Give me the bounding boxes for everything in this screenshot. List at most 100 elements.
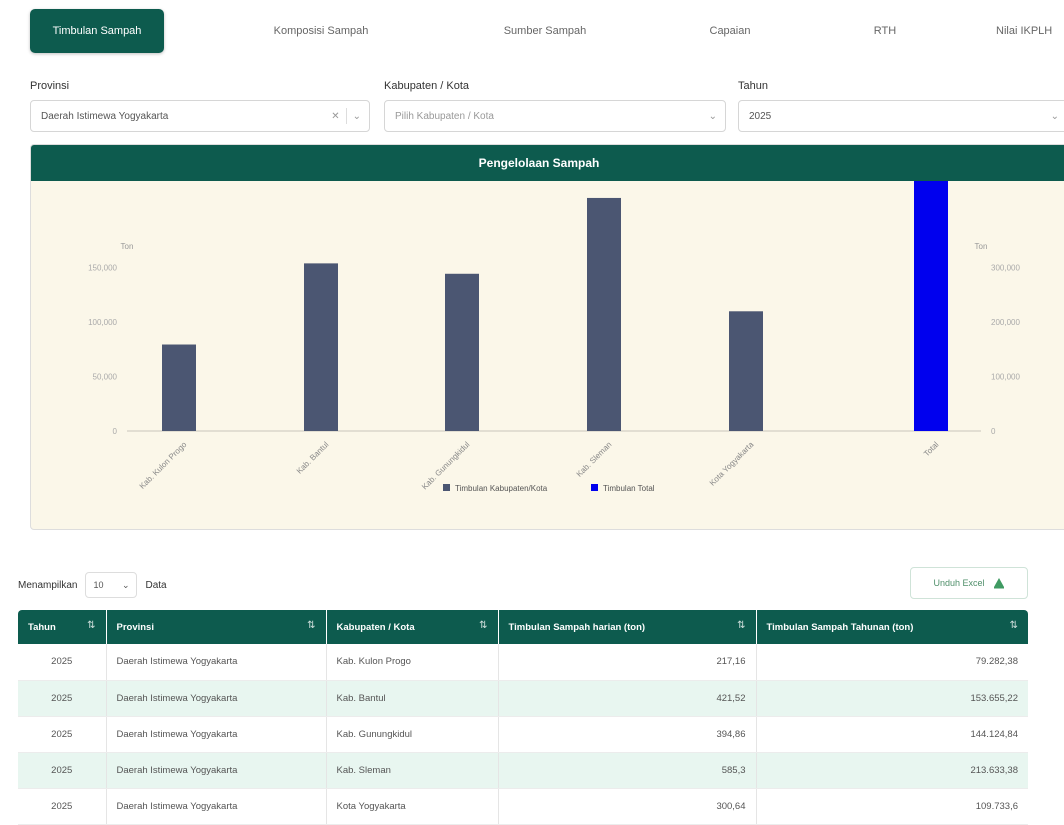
provinsi-select[interactable]: Daerah Istimewa Yogyakarta ✕ ⌄: [30, 100, 370, 132]
tahun-value: 2025: [749, 110, 772, 122]
col-header-tahun[interactable]: Tahun ⇅: [18, 610, 107, 644]
tahun-label: Tahun: [738, 80, 768, 92]
data-table: Tahun ⇅ Provinsi ⇅ Kabupaten / Kota ⇅ Timbu…: [18, 610, 1028, 825]
tab-rth[interactable]: RTH: [850, 9, 920, 53]
right-axis-label: Ton: [975, 242, 988, 251]
divider: [345, 108, 347, 124]
category-label: Kab. Sleman: [575, 440, 614, 479]
chart-title: Pengelolaan Sampah: [31, 145, 1064, 181]
chevron-down-icon: ⌄: [352, 110, 361, 122]
provinsi-label: Provinsi: [30, 80, 70, 92]
cell-harian: 585,3: [498, 752, 757, 789]
cell-tahunan: 153.655,22: [756, 680, 1028, 717]
bar-kabupaten: [304, 263, 338, 431]
col-header-provinsi[interactable]: Provinsi ⇅: [106, 610, 327, 644]
right-tick-label: 200,000: [991, 318, 1020, 327]
cell-tahun: 2025: [18, 680, 107, 717]
cell-tahun: 2025: [18, 644, 107, 681]
sort-icon[interactable]: ⇅: [87, 620, 95, 631]
tab-timbulan-sampah[interactable]: Timbulan Sampah: [30, 9, 164, 53]
cell-harian: 394,86: [498, 716, 757, 753]
cell-provinsi: Daerah Istimewa Yogyakarta: [106, 752, 327, 789]
cell-tahunan: 144.124,84: [756, 716, 1028, 753]
tab-sumber-sampah[interactable]: Sumber Sampah: [460, 9, 630, 53]
cell-tahun: 2025: [18, 752, 107, 789]
show-suffix: Data: [145, 579, 167, 591]
legend-swatch: [591, 484, 598, 491]
bar-total: [914, 145, 948, 432]
bar-kabupaten: [587, 197, 621, 431]
col-header-harian[interactable]: Timbulan Sampah harian (ton) ⇅: [498, 610, 757, 644]
legend-swatch: [443, 484, 450, 491]
table-header-row: Tahun ⇅ Provinsi ⇅ Kabupaten / Kota ⇅ Timbu…: [18, 610, 1028, 644]
table-row: 2025 Daerah Istimewa Yogyakarta Kab. Ban…: [18, 680, 1028, 717]
entries-select[interactable]: 10 ⌄: [85, 572, 138, 598]
sort-icon[interactable]: ⇅: [479, 620, 487, 631]
bar-kabupaten: [445, 273, 479, 431]
cell-harian: 217,16: [498, 644, 757, 681]
cell-tahunan: 213.633,38: [756, 752, 1028, 789]
cell-provinsi: Daerah Istimewa Yogyakarta: [106, 788, 327, 825]
show-prefix: Menampilkan: [18, 579, 78, 591]
provinsi-value: Daerah Istimewa Yogyakarta: [41, 110, 169, 122]
left-tick-label: 50,000: [93, 372, 118, 381]
bar-kabupaten: [162, 344, 196, 431]
table-row: 2025 Daerah Istimewa Yogyakarta Kab. Kul…: [18, 644, 1028, 681]
cell-tahun: 2025: [18, 788, 107, 825]
legend-label: Timbulan Total: [603, 484, 655, 493]
tab-capaian[interactable]: Capaian: [680, 9, 780, 53]
tab-nilai-ikplh[interactable]: Nilai IKPLH: [996, 9, 1064, 53]
cell-kabupaten: Kab. Gunungkidul: [326, 716, 499, 753]
right-tick-label: 100,000: [991, 372, 1020, 381]
cell-provinsi: Daerah Istimewa Yogyakarta: [106, 716, 327, 753]
chevron-down-icon: ⌄: [708, 110, 717, 122]
excel-icon: [993, 578, 1004, 589]
right-tick-label: 300,000: [991, 263, 1020, 272]
right-tick-label: 0: [991, 427, 996, 436]
table-row: 2025 Daerah Istimewa Yogyakarta Kab. Sle…: [18, 752, 1028, 789]
export-label: Unduh Excel: [933, 578, 985, 588]
cell-provinsi: Daerah Istimewa Yogyakarta: [106, 644, 327, 681]
cell-kabupaten: Kota Yogyakarta: [326, 788, 499, 825]
chevron-down-icon: ⌄: [1050, 110, 1059, 122]
chevron-down-icon: ⌄: [121, 579, 130, 590]
category-label: Kota Yogyakarta: [708, 440, 756, 488]
cell-tahunan: 109.733,6: [756, 788, 1028, 825]
cell-kabupaten: Kab. Sleman: [326, 752, 499, 789]
kabupaten-label: Kabupaten / Kota: [384, 80, 470, 92]
sort-icon[interactable]: ⇅: [307, 620, 315, 631]
kabupaten-placeholder: Pilih Kabupaten / Kota: [395, 110, 494, 122]
tab-komposisi-sampah[interactable]: Komposisi Sampah: [236, 9, 406, 53]
chart-card: Pengelolaan Sampah Ton Ton 0 50,000 100,000 1…: [30, 144, 1064, 530]
sort-icon[interactable]: ⇅: [1010, 620, 1018, 631]
cell-harian: 421,52: [498, 680, 757, 717]
entries-control: Menampilkan 10 ⌄ Data: [18, 572, 167, 598]
cell-harian: 300,64: [498, 788, 757, 825]
left-tick-label: 100,000: [88, 318, 117, 327]
cell-kabupaten: Kab. Bantul: [326, 680, 499, 717]
bar-chart: Ton Ton 0 50,000 100,000 150,000 0 100,000 200,0…: [88, 145, 1020, 493]
tahun-select[interactable]: 2025 ⌄: [738, 100, 1064, 132]
legend-label: Timbulan Kabupaten/Kota: [455, 484, 548, 493]
col-header-kabupaten[interactable]: Kabupaten / Kota ⇅: [326, 610, 499, 644]
cell-kabupaten: Kab. Kulon Progo: [326, 644, 499, 681]
entries-value: 10: [93, 580, 104, 590]
cell-provinsi: Daerah Istimewa Yogyakarta: [106, 680, 327, 717]
category-label: Total: [922, 440, 940, 458]
table-row: 2025 Daerah Istimewa Yogyakarta Kab. Gun…: [18, 716, 1028, 753]
left-tick-label: 150,000: [88, 263, 117, 272]
col-header-tahunan[interactable]: Timbulan Sampah Tahunan (ton) ⇅: [756, 610, 1028, 644]
kabupaten-select[interactable]: Pilih Kabupaten / Kota ⌄: [384, 100, 726, 132]
left-axis-label: Ton: [121, 242, 134, 251]
cell-tahunan: 79.282,38: [756, 644, 1028, 681]
tab-bar: Timbulan Sampah Komposisi Sampah Sumber …: [0, 0, 1064, 62]
category-label: Kab. Kulon Progo: [138, 440, 189, 491]
sort-icon[interactable]: ⇅: [737, 620, 745, 631]
category-label: Kab. Bantul: [295, 440, 331, 476]
table-row: 2025 Daerah Istimewa Yogyakarta Kota Yog…: [18, 788, 1028, 825]
bar-kabupaten: [729, 311, 763, 431]
export-excel-button[interactable]: Unduh Excel: [910, 567, 1028, 599]
left-tick-label: 0: [113, 427, 118, 436]
clear-icon[interactable]: ✕: [331, 111, 339, 122]
cell-tahun: 2025: [18, 716, 107, 753]
